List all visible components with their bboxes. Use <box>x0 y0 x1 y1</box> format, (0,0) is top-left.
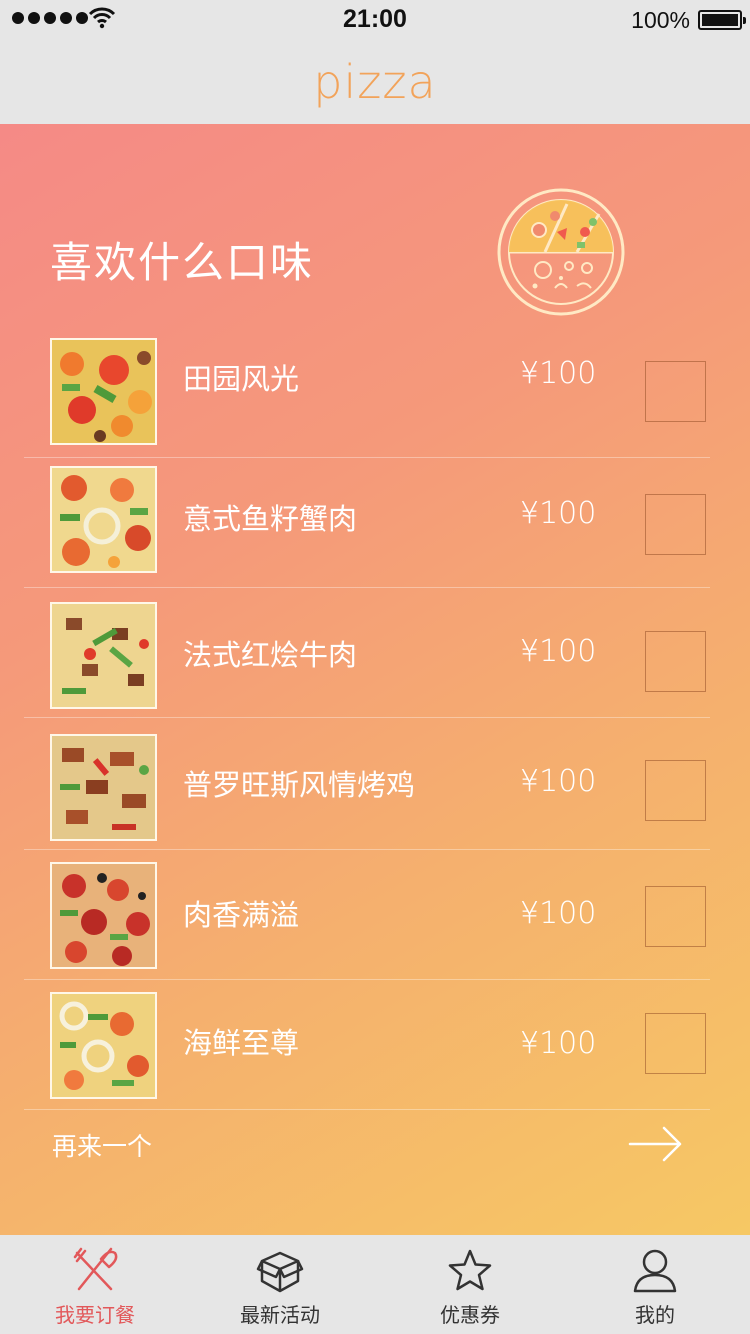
item-name: 海鲜至尊 <box>183 1026 300 1060</box>
list-item[interactable]: 普罗旺斯风情烤鸡 ¥100 <box>0 720 750 850</box>
item-checkbox[interactable] <box>645 1013 706 1074</box>
item-price: ¥100 <box>520 496 597 531</box>
item-price: ¥100 <box>520 634 597 669</box>
list-item[interactable]: 意式鱼籽蟹肉 ¥100 <box>0 458 750 588</box>
section-heading: 喜欢什么口味 <box>50 238 315 287</box>
arrow-right-icon[interactable] <box>628 1124 684 1164</box>
tab-label: 我的 <box>635 1303 675 1327</box>
box-icon <box>256 1251 304 1293</box>
item-checkbox[interactable] <box>645 631 706 692</box>
pizza-thumbnail <box>50 992 157 1099</box>
item-checkbox[interactable] <box>645 361 706 422</box>
pizza-thumbnail <box>50 602 157 709</box>
pizza-icon <box>497 188 625 316</box>
item-name: 意式鱼籽蟹肉 <box>183 502 358 536</box>
nav-bar: pizza <box>0 40 750 124</box>
pizza-thumbnail <box>50 466 157 573</box>
tab-bar: 我要订餐 最新活动 优惠券 我的 <box>0 1235 750 1334</box>
page-title: pizza <box>313 55 437 109</box>
item-price: ¥100 <box>520 356 597 391</box>
item-name: 法式红烩牛肉 <box>183 638 358 672</box>
item-checkbox[interactable] <box>645 886 706 947</box>
item-price: ¥100 <box>520 1026 597 1061</box>
star-icon <box>448 1249 492 1291</box>
status-bar: 21:00 100% <box>0 0 750 40</box>
pizza-thumbnail <box>50 862 157 969</box>
item-checkbox[interactable] <box>645 760 706 821</box>
item-checkbox[interactable] <box>645 494 706 555</box>
battery-percentage: 100% <box>631 7 690 33</box>
list-item[interactable]: 田园风光 ¥100 <box>0 328 750 458</box>
main-content: 喜欢什么口味 田园风光 ¥100 意式鱼籽蟹肉 ¥100 法式红烩牛肉 ¥100… <box>0 124 750 1235</box>
user-icon <box>633 1249 677 1293</box>
tab-label: 我要订餐 <box>55 1303 135 1327</box>
pizza-thumbnail <box>50 338 157 445</box>
fork-knife-icon <box>73 1247 118 1291</box>
item-name: 肉香满溢 <box>183 898 300 932</box>
tab-label: 最新活动 <box>240 1303 320 1327</box>
item-price: ¥100 <box>520 896 597 931</box>
divider <box>24 717 710 718</box>
battery-icon <box>698 10 746 30</box>
tab-order[interactable]: 我要订餐 <box>20 1235 170 1334</box>
item-name: 普罗旺斯风情烤鸡 <box>183 768 416 802</box>
tab-coupons[interactable]: 优惠券 <box>395 1235 545 1334</box>
tab-label: 优惠券 <box>440 1303 500 1327</box>
tab-profile[interactable]: 我的 <box>580 1235 730 1334</box>
list-item[interactable]: 法式红烩牛肉 ¥100 <box>0 588 750 718</box>
item-name: 田园风光 <box>183 362 300 396</box>
add-another-link[interactable]: 再来一个 <box>52 1127 152 1163</box>
list-item[interactable]: 肉香满溢 ¥100 <box>0 850 750 980</box>
item-price: ¥100 <box>520 764 597 799</box>
tab-activities[interactable]: 最新活动 <box>205 1235 355 1334</box>
list-item[interactable]: 海鲜至尊 ¥100 <box>0 980 750 1110</box>
pizza-thumbnail <box>50 734 157 841</box>
divider <box>24 1109 710 1110</box>
